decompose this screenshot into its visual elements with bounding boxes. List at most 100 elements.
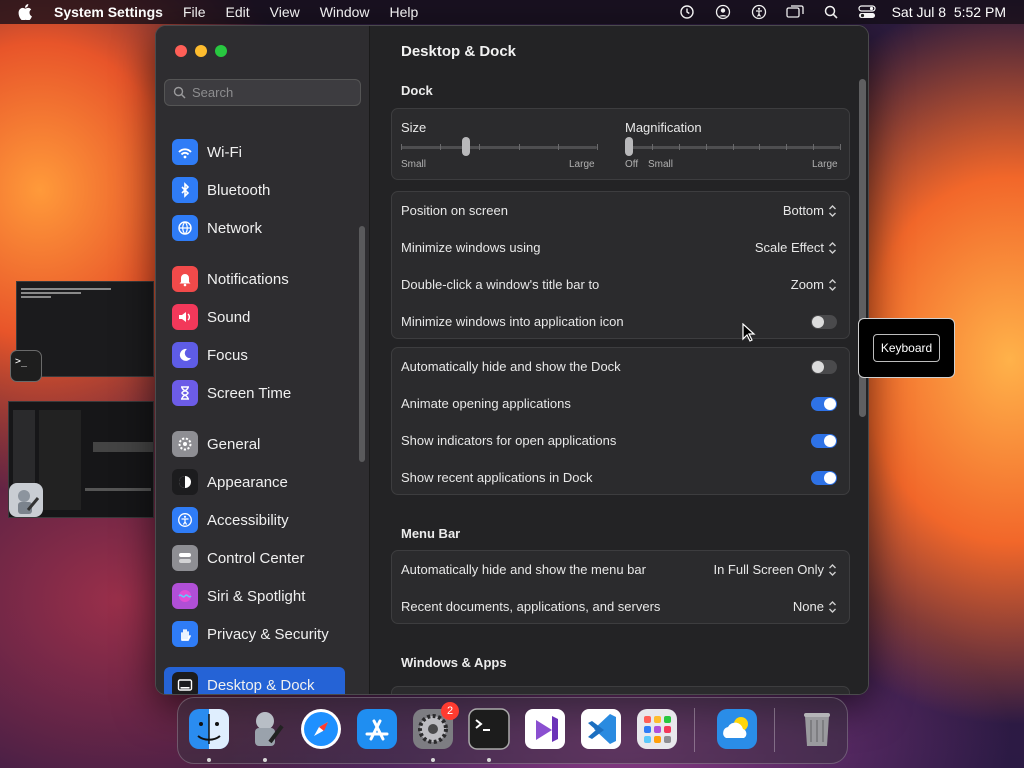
spotlight-icon[interactable] (820, 4, 842, 20)
popup-value: Zoom (790, 277, 824, 292)
sidebar-item-screen-time[interactable]: Screen Time (164, 375, 345, 411)
sidebar-item-bluetooth[interactable]: Bluetooth (164, 172, 345, 208)
setting-row-show-recent-applications-in-dock: Show recent applications in Dock (392, 459, 849, 496)
wifi-icon (172, 139, 198, 165)
sidebar-item-label: Network (207, 219, 263, 237)
screens-icon[interactable] (784, 4, 806, 20)
menu-help[interactable]: Help (390, 4, 419, 20)
sidebar-item-label: Accessibility (207, 511, 289, 529)
sidebar-item-sound[interactable]: Sound (164, 299, 345, 335)
size-label: Size (401, 120, 427, 135)
user-icon[interactable] (712, 4, 734, 20)
slider-tick (597, 144, 598, 150)
sidebar-item-label: Siri & Spotlight (207, 587, 306, 605)
slider-tick (705, 144, 707, 150)
weather-icon[interactable] (714, 706, 760, 752)
chevron-updown-icon (828, 563, 837, 577)
terminal-app-icon[interactable]: >_ (10, 350, 42, 382)
slider-tick (440, 144, 442, 150)
time-machine-icon[interactable] (676, 4, 698, 20)
minimize-button[interactable] (195, 45, 207, 57)
slider-tick (401, 144, 402, 150)
menu-bar-group: Automatically hide and show the menu bar… (391, 550, 850, 624)
setting-label: Show indicators for open applications (401, 433, 617, 448)
sidebar-item-siri-spotlight[interactable]: Siri & Spotlight (164, 578, 345, 614)
sidebar-item-notifications[interactable]: Notifications (164, 261, 345, 297)
menubar-clock[interactable]: Sat Jul 8 5:52 PM (892, 4, 1006, 20)
automator-icon[interactable] (242, 706, 288, 752)
safari-icon[interactable] (298, 706, 344, 752)
dock (177, 697, 848, 764)
windows-apps-group (391, 686, 850, 694)
popup-value: Scale Effect (754, 240, 824, 255)
apple-menu-icon[interactable] (18, 4, 36, 20)
menu-window[interactable]: Window (320, 4, 370, 20)
popup-button[interactable]: Zoom (791, 277, 837, 292)
sidebar-item-general[interactable]: General (164, 426, 345, 462)
system-settings-window: Search Wi-Fi Bluetooth Network Notification… (155, 25, 869, 695)
dock-size-group: Size Small Large Magnification Off Small… (391, 108, 850, 180)
toggle-switch[interactable] (811, 470, 837, 485)
menu-view[interactable]: View (270, 4, 300, 20)
magnification-off-label: Off (625, 159, 639, 170)
popup-button[interactable]: Bottom (783, 203, 837, 218)
toggle-switch[interactable] (811, 433, 837, 448)
slider-tick (518, 144, 520, 150)
popup-button[interactable]: None (793, 599, 837, 614)
automator-app-icon[interactable] (8, 482, 44, 518)
slider-tick (759, 144, 761, 150)
magnification-label: Magnification (625, 120, 702, 135)
visual-studio-icon[interactable] (522, 706, 568, 752)
launchpad-icon[interactable] (634, 706, 680, 752)
sidebar-item-control-center[interactable]: Control Center (164, 540, 345, 576)
sidebar-item-desktop-dock[interactable]: Desktop & Dock (164, 667, 345, 694)
menu-edit[interactable]: Edit (226, 4, 250, 20)
sidebar-item-network[interactable]: Network (164, 210, 345, 246)
setting-row-minimize-windows-into-application-icon: Minimize windows into application icon (392, 303, 849, 340)
settings-badge: 2 (441, 702, 459, 720)
sidebar-scrollbar[interactable] (359, 226, 365, 462)
chevron-updown-icon (828, 241, 837, 255)
sidebar-item-appearance[interactable]: Appearance (164, 464, 345, 500)
zoom-button[interactable] (215, 45, 227, 57)
toggle-switch[interactable] (811, 314, 837, 329)
search-icon (173, 86, 186, 99)
globe-icon (172, 215, 198, 241)
search-field[interactable]: Search (164, 79, 361, 106)
sidebar-item-privacy-security[interactable]: Privacy & Security (164, 616, 345, 652)
gear-icon (172, 431, 198, 457)
popup-button[interactable]: In Full Screen Only (713, 562, 837, 577)
setting-row-double-click-a-window-s-title-bar-to: Double-click a window's title bar to Zoom (392, 266, 849, 303)
accessibility-icon[interactable] (748, 4, 770, 20)
vscode-icon[interactable] (578, 706, 624, 752)
app-menu[interactable]: System Settings (54, 4, 163, 20)
hourglass-icon (172, 380, 198, 406)
magnification-slider-thumb[interactable] (625, 137, 633, 156)
sidebar-item-accessibility[interactable]: Accessibility (164, 502, 345, 538)
size-slider-track[interactable] (401, 146, 597, 149)
section-windows-apps: Windows & Apps (401, 655, 507, 670)
trash-icon[interactable] (794, 706, 840, 752)
menu-bar: System Settings File Edit View Window He… (0, 0, 1024, 24)
bluetooth-icon (172, 177, 198, 203)
hand-icon (172, 621, 198, 647)
sidebar-item-label: Control Center (207, 549, 305, 567)
sidebar-item-label: Desktop & Dock (207, 676, 315, 694)
toggle-knob (812, 315, 824, 328)
sidebar-item-focus[interactable]: Focus (164, 337, 345, 373)
control-center-icon[interactable] (856, 4, 878, 20)
moon-icon (172, 342, 198, 368)
terminal-icon[interactable] (466, 706, 512, 752)
accessibility-icon (172, 507, 198, 533)
popup-value: Bottom (782, 203, 824, 218)
toggle-switch[interactable] (811, 359, 837, 374)
toggle-switch[interactable] (811, 396, 837, 411)
close-button[interactable] (175, 45, 187, 57)
slider-tick (732, 144, 734, 150)
app-store-icon[interactable] (354, 706, 400, 752)
size-slider-thumb[interactable] (461, 137, 470, 156)
popup-button[interactable]: Scale Effect (755, 240, 837, 255)
finder-icon[interactable] (186, 706, 232, 752)
menu-file[interactable]: File (183, 4, 206, 20)
sidebar-item-wi-fi[interactable]: Wi-Fi (164, 134, 345, 170)
